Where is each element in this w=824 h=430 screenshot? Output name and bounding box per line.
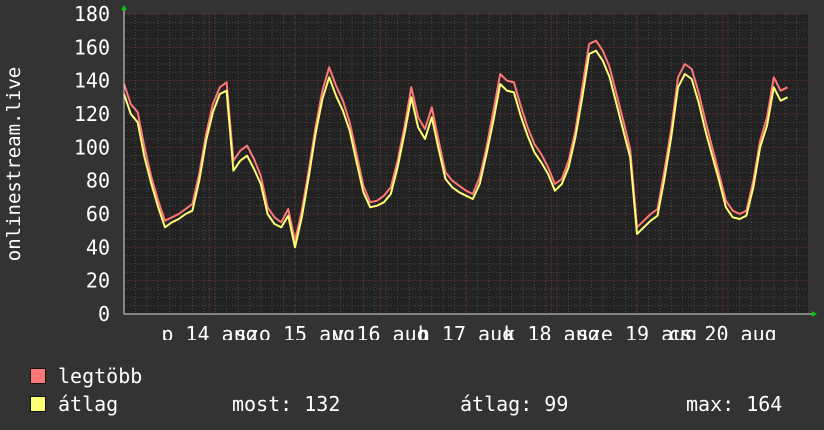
legend-swatch-avg (30, 396, 46, 412)
y-axis-arrow (121, 5, 127, 10)
y-tick-label: 100 (74, 135, 110, 159)
y-axis-label: onlinestream.live (3, 67, 25, 261)
y-tick-label: 20 (86, 269, 110, 293)
y-tick-label: 80 (86, 169, 110, 193)
y-tick-label: 160 (74, 35, 110, 59)
legend: legtöbb átlag most: 132 átlag: 99 max: 1… (30, 362, 820, 418)
legend-label-max: legtöbb (58, 364, 143, 388)
y-tick-label: 140 (74, 69, 110, 93)
legend-swatch-max (30, 368, 46, 384)
chart-window: 0 20 40 60 80 100 120 140 160 180 p 14 aug szo 15 a… (0, 0, 824, 430)
x-tick-label: v 16 aug (332, 322, 428, 340)
legend-row-avg: átlag most: 132 átlag: 99 max: 164 (30, 390, 820, 418)
stat-max: max: 164 (686, 392, 783, 416)
y-tick-label: 120 (74, 102, 110, 126)
y-tick-label: 60 (86, 202, 110, 226)
stat-avg: átlag: 99 (460, 392, 569, 416)
y-tick-label: 180 (74, 2, 110, 26)
x-tick-label: cs 20 aug (668, 322, 776, 340)
line-chart: 020406080100120140160180p 14 augszo 15 a… (3, 2, 817, 340)
legend-label-avg: átlag (58, 392, 119, 416)
x-tick-label: h 17 aug (418, 322, 514, 340)
y-tick-label: 0 (98, 302, 110, 326)
x-axis-arrow (812, 311, 817, 317)
legend-row-max: legtöbb (30, 362, 820, 390)
y-tick-label: 40 (86, 235, 110, 259)
stat-now: most: 132 (232, 392, 341, 416)
